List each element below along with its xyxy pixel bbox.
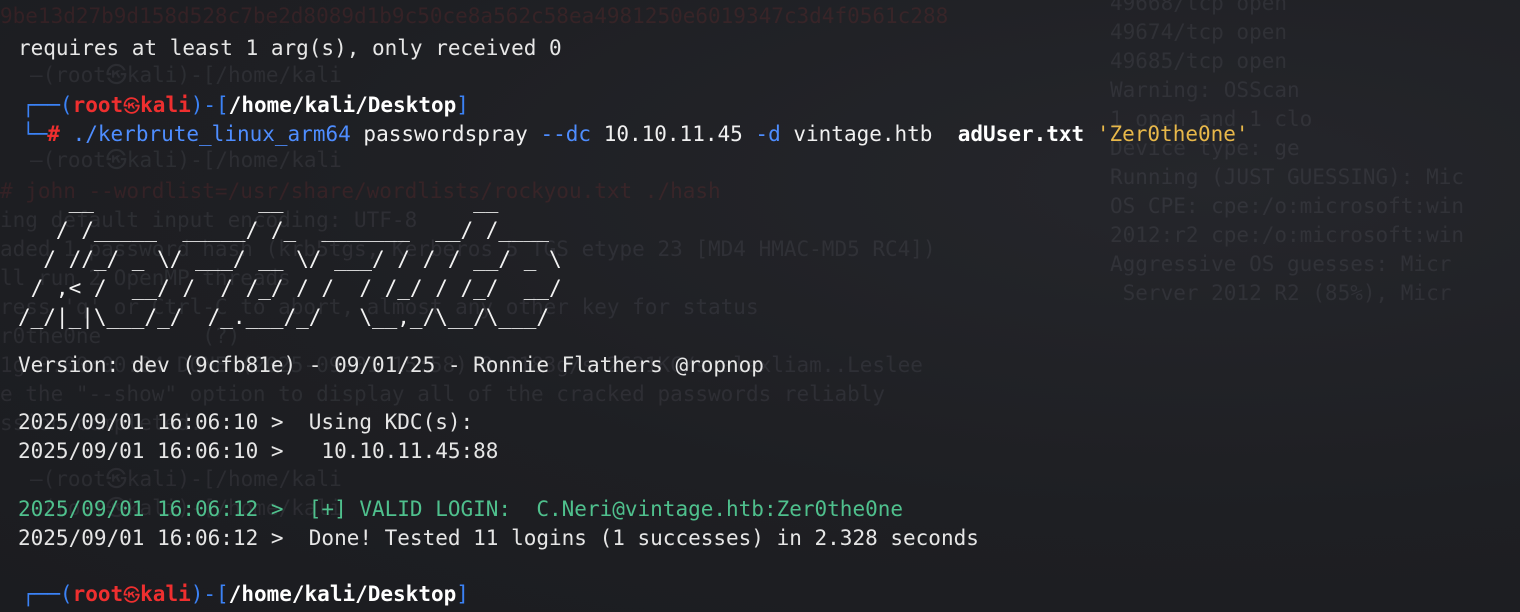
command-binary: ./kerbrute_linux_arm64: [72, 122, 351, 146]
prompt-corner-top: ┌──(: [22, 582, 73, 606]
prompt-user: root: [72, 582, 124, 606]
log-line: 2025/09/01 16:06:10 > Using KDC(s):: [18, 410, 474, 434]
prompt-symbol: #: [47, 122, 60, 146]
terminal-window[interactable]: 9be13d27b9d158d528c7be2d8089d1b9c50ce8a5…: [0, 0, 1520, 612]
command-line[interactable]: └─# ./kerbrute_linux_arm64 passwordspray…: [22, 120, 1249, 149]
command-domain-value: vintage.htb: [793, 122, 933, 146]
banner-line: __ __ __: [18, 189, 562, 213]
prompt-line-final: ┌──(root㉿kali)-[/home/kali/Desktop]: [22, 580, 469, 609]
command-domain-flag: -d: [755, 122, 781, 146]
prompt-user: root: [72, 93, 124, 117]
prompt-path: /home/kali/Desktop: [228, 93, 457, 117]
prompt-line: ┌──(root㉿kali)-[/home/kali/Desktop]: [22, 91, 469, 120]
terminal-output[interactable]: requires at least 1 arg(s), only receive…: [18, 0, 1508, 612]
prompt-corner-bottom: └─: [22, 122, 48, 146]
prompt-bracket-close: ]: [456, 582, 469, 606]
log-line-success: 2025/09/01 16:06:12 > [+] VALID LOGIN: C…: [18, 497, 904, 521]
prompt-host: kali: [140, 582, 191, 606]
prompt-bracket: )-[: [190, 582, 229, 606]
banner-line: / //_/ _ \/ ___/ __ \/ ___/ / / / __/ _ …: [18, 247, 562, 271]
skull-icon: ㉿: [123, 586, 141, 606]
log-line: 2025/09/01 16:06:12 > Done! Tested 11 lo…: [18, 526, 979, 550]
command-userfile: adUser.txt: [957, 122, 1085, 146]
version-line: Version: dev (9cfb81e) - 09/01/25 - Ronn…: [18, 353, 764, 377]
banner-line: / ,< / __/ / / /_/ / / / /_/ / /_/ __/: [18, 276, 562, 300]
banner-line: / /_____ _____/ /_ _______ __/ /____: [18, 218, 562, 242]
previous-error-line: requires at least 1 arg(s), only receive…: [18, 36, 562, 60]
prompt-bracket: )-[: [190, 93, 229, 117]
cursor-line: [78, 606, 90, 612]
log-line: 2025/09/01 16:06:10 > 10.10.11.45:88: [18, 439, 499, 463]
prompt-bracket-close: ]: [456, 93, 469, 117]
command-password: 'Zer0the0ne': [1096, 122, 1249, 146]
banner-line: /_/|_|\___/_/ /_.___/_/ \__,_/\__/\___/: [18, 305, 562, 329]
prompt-path: /home/kali/Desktop: [228, 582, 457, 606]
command-subcommand: passwordspray: [363, 122, 528, 146]
skull-icon: ㉿: [123, 97, 141, 117]
command-dc-value: 10.10.11.45: [603, 122, 743, 146]
prompt-host: kali: [140, 93, 191, 117]
kerbrute-banner: __ __ __ / /_____ _____/ /_ _______ __/ …: [18, 187, 562, 332]
prompt-corner-top: ┌──(: [22, 93, 73, 117]
command-dc-flag: --dc: [540, 122, 592, 146]
